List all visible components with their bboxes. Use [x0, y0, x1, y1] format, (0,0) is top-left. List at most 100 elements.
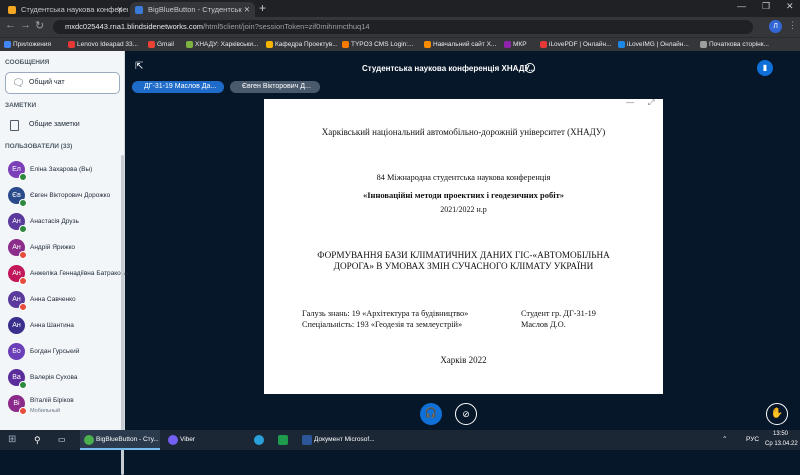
user-list-item[interactable]: Ан Анна Савченко [8, 288, 120, 314]
audio-button[interactable]: 🎧 [420, 403, 442, 425]
bookmark-item[interactable]: ХНАДУ: Харківськи... [186, 39, 258, 50]
taskbar-word[interactable]: Документ Microsof... [298, 430, 378, 450]
user-name: Богдан Гурський [30, 348, 80, 355]
bookmark-item[interactable]: Початкова сторінк... [700, 39, 769, 50]
user-list-item[interactable]: Бо Богдан Гурський [8, 340, 120, 366]
user-name: Валерія Сухова [30, 374, 78, 381]
user-avatar: Ан [8, 317, 25, 334]
slide-conference-line: 84 Міжнародна студентська наукова конфер… [376, 173, 551, 182]
user-name: Анна Савченко [30, 296, 76, 303]
language-indicator[interactable]: РУС [746, 430, 759, 450]
user-list-item[interactable]: Єв Євген Вікторович Дорожко [8, 184, 120, 210]
user-list-item[interactable]: Ан Анастасія Друзь [8, 210, 120, 236]
mic-icon [19, 199, 27, 207]
user-list-item[interactable]: Ві Віталій Біріков Мобильный [8, 392, 120, 418]
user-name: Анна Шантина [30, 322, 74, 329]
bookmark-apps[interactable]: Приложения [4, 39, 51, 50]
close-icon[interactable]: ✕ [244, 2, 250, 17]
maximize-icon[interactable]: ❐ [762, 1, 770, 12]
taskbar-chrome[interactable]: BigBlueButton - Сту... [80, 430, 160, 450]
start-icon[interactable]: ⊞ [8, 430, 16, 450]
tab-favicon [8, 6, 16, 14]
minimize-slide-icon[interactable]: — [626, 98, 634, 107]
bookmark-gmail[interactable]: Gmail [148, 39, 174, 50]
hand-icon: ✋ [770, 408, 784, 419]
user-list-item[interactable]: Ан Андрій Ярижко [8, 236, 120, 262]
bookmark-item[interactable]: Lenovo Ideapad 33... [68, 39, 138, 50]
user-list-item[interactable]: Ел Еліна Захарова (Вы) [8, 158, 120, 184]
profile-avatar[interactable]: Л [769, 20, 782, 33]
talking-indicator[interactable]: Євген Вікторович Д... [230, 81, 320, 93]
slide-conference-name: «Інноваційні методи проектних і геодезич… [363, 190, 564, 200]
minimize-icon[interactable]: — [737, 1, 746, 11]
task-view-icon[interactable]: ▭ [58, 430, 66, 450]
clock-date[interactable]: Ср 13.04.22 [765, 439, 798, 459]
slide-specialty-label: Спеціальність: 193 «Геодезія та землеуст… [302, 320, 463, 329]
mic-icon [19, 173, 27, 181]
back-icon[interactable]: ← [5, 19, 16, 31]
slide-toolbar: — ⤢ [264, 98, 663, 111]
bookmark-item[interactable]: TYPO3 CMS Login:... [342, 39, 414, 50]
mic-icon [19, 225, 27, 233]
messages-header: СООБЩЕНИЯ [5, 59, 50, 66]
headphones-icon: 🎧 [424, 408, 438, 419]
user-name: Еліна Захарова (Вы) [30, 166, 93, 173]
tab-title: Студентська наукова конференція [21, 5, 128, 14]
mic-icon [19, 381, 27, 389]
bookmark-item[interactable]: iLovePDF | Онлайн... [540, 39, 612, 50]
browser-tab-2[interactable]: BigBlueButton - Студентськ ✕ [130, 2, 255, 17]
muted-mic-icon [19, 251, 27, 259]
reload-icon[interactable]: ↻ [35, 19, 44, 32]
search-icon[interactable]: ⚲ [34, 430, 41, 450]
bookmark-item[interactable]: МКР [504, 39, 527, 50]
bookmark-item[interactable]: Навчальний сайт Х... [424, 39, 496, 50]
raise-hand-button[interactable]: ✋ [766, 403, 788, 425]
sidebar-scrollbar[interactable] [121, 155, 124, 475]
user-name: Анастасія Друзь [30, 218, 79, 225]
conference-title: Студентська наукова конференція ХНАДУ... [362, 64, 536, 73]
bookmarks-bar: Приложения Lenovo Ideapad 33... Gmail ХН… [0, 37, 800, 51]
user-device-label: Мобильный [30, 408, 61, 414]
tray-arrow-icon[interactable]: ⌃ [722, 430, 727, 450]
user-name: Андрій Ярижко [30, 244, 76, 251]
bookmark-item[interactable]: iLoveIMG | Онлайн... [618, 39, 689, 50]
meeting-top-bar: ⇱ Студентська наукова конференція ХНАДУ.… [125, 51, 800, 81]
browser-tab-1[interactable]: Студентська наукова конференція ✕ [3, 2, 128, 17]
taskbar-viber[interactable]: Viber [164, 430, 224, 450]
user-list-item[interactable]: Ан Анжеліка Геннадіївна Батракова [8, 262, 128, 288]
taskbar-telegram[interactable] [250, 430, 270, 450]
slide-years: 2021/2022 н.р [440, 205, 487, 214]
window-close-icon[interactable]: ✕ [786, 1, 794, 12]
address-bar-row: ← → ↻ mxdc025443.rna1.blindsidenetworks.… [0, 17, 800, 37]
user-list-item[interactable]: Ва Валерія Сухова [8, 366, 120, 392]
slide-field-label: Галузь знань: 19 «Архітектура та будівни… [302, 309, 469, 318]
user-name: Віталій Біріков [30, 397, 74, 404]
fullscreen-icon[interactable]: ⤢ [648, 98, 654, 108]
url-field[interactable]: mxdc025443.rna1.blindsidenetworks.com/ht… [53, 20, 753, 34]
notes-icon [10, 120, 19, 131]
user-avatar: Бо [8, 343, 25, 360]
muted-mic-icon [19, 277, 27, 285]
bookmark-item[interactable]: Кафедра Проектув... [266, 39, 338, 50]
shared-notes-label: Общие заметки [29, 121, 80, 128]
taskbar-app[interactable] [274, 430, 294, 450]
windows-taskbar: ⊞ ⚲ ▭ BigBlueButton - Сту... Viber Докум… [0, 430, 800, 450]
talking-indicator[interactable]: ДГ-31-19 Маслов Да... [132, 81, 224, 93]
connection-status-icon[interactable]: ▮ [757, 60, 773, 76]
url-path: /html5client/join?sessionToken=zif0mihnm… [203, 22, 370, 31]
user-list-toggle-icon[interactable]: ⇱ [135, 61, 143, 72]
close-icon[interactable]: ✕ [117, 2, 123, 17]
menu-icon[interactable]: ⋮ [788, 20, 797, 31]
url-host: mxdc025443.rna1.blindsidenetworks.com [65, 22, 203, 31]
user-name: Анжеліка Геннадіївна Батракова [30, 270, 128, 277]
new-tab-icon[interactable]: + [259, 1, 266, 15]
chat-icon: 🗨 [12, 78, 25, 89]
users-header: ПОЛЬЗОВАТЕЛИ (33) [5, 143, 73, 150]
shared-notes-button[interactable]: Общие заметки [10, 119, 120, 135]
forward-icon[interactable]: → [20, 19, 31, 31]
slide-city-year: Харків 2022 [440, 355, 487, 365]
public-chat-button[interactable]: 🗨 Общий чат [5, 72, 120, 94]
recording-indicator-icon[interactable] [525, 63, 535, 73]
share-camera-button[interactable]: ⊘ [455, 403, 477, 425]
user-list-item[interactable]: Ан Анна Шантина [8, 314, 120, 340]
